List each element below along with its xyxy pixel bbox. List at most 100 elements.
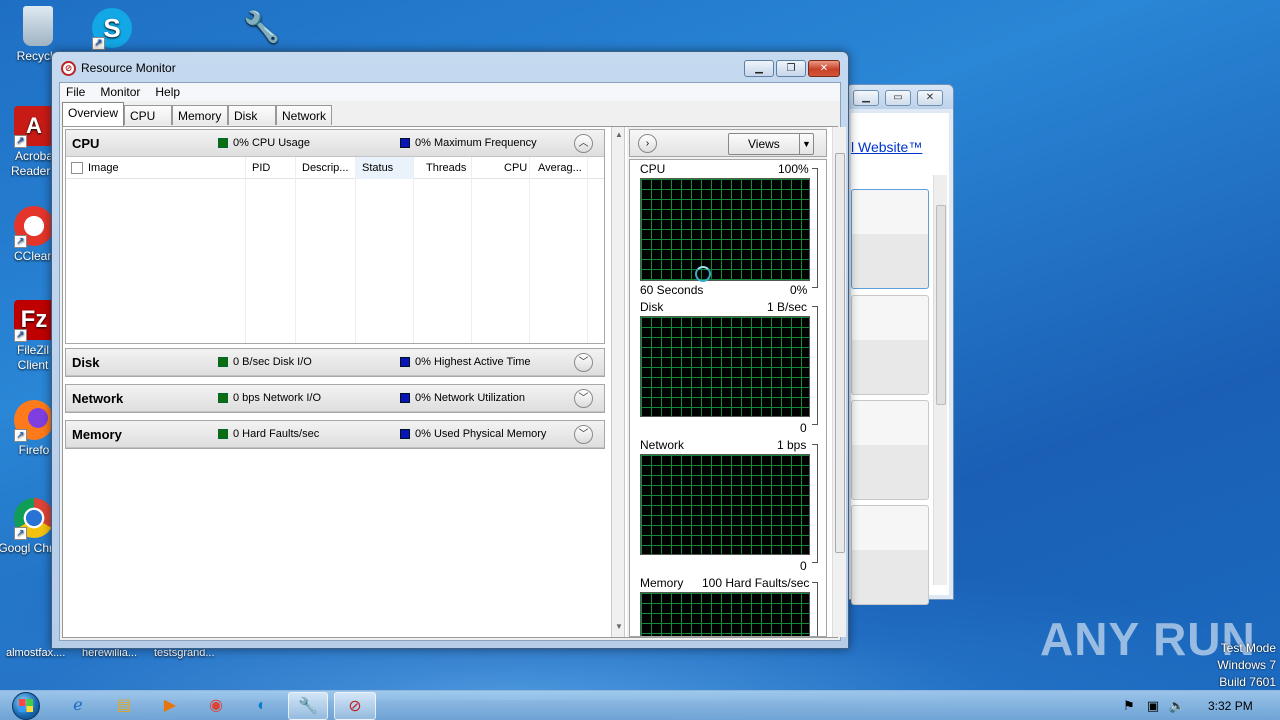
filezilla-logo-icon: Fz ↗	[14, 300, 54, 342]
column-description[interactable]: Descrip...	[302, 162, 348, 184]
scrollbar[interactable]	[933, 175, 947, 585]
option-card[interactable]	[851, 189, 929, 289]
column-average[interactable]: Averag...	[538, 162, 582, 184]
cpu-graph	[640, 178, 810, 281]
background-window[interactable]: ▁ ▭ ✕ l Website™	[846, 84, 954, 605]
action-center-flag-icon[interactable]: ⚑	[1118, 692, 1140, 720]
scrollbar-thumb[interactable]	[936, 205, 946, 405]
trash-icon	[23, 6, 53, 46]
disk-io-indicator: 0 B/sec Disk I/O	[218, 356, 312, 368]
option-card[interactable]	[851, 400, 929, 500]
resource-monitor-icon: ⊘	[61, 61, 76, 76]
edge-icon[interactable]: ◐	[242, 692, 282, 720]
column-divider	[529, 157, 530, 343]
graph-panel: CPU 100% 60 Seconds 0% Disk 1 B/sec 0 Ne…	[629, 159, 827, 637]
titlebar[interactable]: ⊘ Resource Monitor ▁ ❐ ✕	[52, 52, 848, 82]
skype-logo-icon: S ↗	[92, 8, 132, 50]
scroll-up-arrow-icon[interactable]: ▲	[615, 130, 623, 631]
disk-section-header[interactable]: Disk 0 B/sec Disk I/O 0% Highest Active …	[66, 349, 604, 376]
column-cpu[interactable]: CPU	[504, 162, 527, 184]
resource-monitor-taskbar-icon[interactable]: ⊘	[334, 692, 376, 720]
minimize-button[interactable]: ▁	[744, 60, 774, 77]
active-time-indicator: 0% Highest Active Time	[400, 356, 531, 368]
cpu-section-header[interactable]: CPU 0% CPU Usage 0% Maximum Frequency ︿	[66, 130, 604, 157]
minimize-button[interactable]: ▁	[853, 90, 879, 106]
menu-monitor[interactable]: Monitor	[100, 85, 140, 99]
tab-memory[interactable]: Memory	[172, 105, 228, 125]
blue-legend-icon	[400, 138, 410, 148]
overview-panel: CPU 0% CPU Usage 0% Maximum Frequency ︿ …	[62, 126, 846, 638]
maximize-button[interactable]: ▭	[885, 90, 911, 106]
file-explorer-icon[interactable]: ▤	[104, 692, 144, 720]
option-card[interactable]	[851, 505, 929, 605]
tool-taskbar-icon[interactable]: 🔧	[288, 692, 328, 720]
cpu-usage-indicator: 0% CPU Usage	[218, 137, 310, 149]
window-title: Resource Monitor	[81, 61, 176, 75]
taskbar-clock[interactable]: 3:32 PM	[1208, 699, 1253, 713]
column-image[interactable]: Image	[88, 162, 119, 184]
cpu-column-header: Image PID Descrip... Status Threads CPU …	[66, 157, 604, 343]
select-all-checkbox[interactable]	[71, 162, 83, 174]
media-player-icon[interactable]: ▶	[150, 692, 190, 720]
column-status[interactable]: Status	[356, 157, 414, 179]
graph-scrollbar[interactable]	[832, 127, 846, 637]
memory-section-header[interactable]: Memory 0 Hard Faults/sec 0% Used Physica…	[66, 421, 604, 448]
start-button[interactable]	[6, 691, 48, 720]
wrench-icon: 🔧	[243, 11, 281, 44]
website-link[interactable]: l Website™	[851, 139, 922, 155]
resource-monitor-window[interactable]: ⊘ Resource Monitor ▁ ❐ ✕ File Monitor He…	[51, 51, 849, 649]
network-graph-label: Network	[640, 438, 685, 452]
menu-file[interactable]: File	[66, 85, 85, 99]
views-dropdown[interactable]: Views ▼	[728, 133, 814, 155]
green-legend-icon	[218, 393, 228, 403]
menu-help[interactable]: Help	[155, 85, 180, 99]
close-button[interactable]: ✕	[808, 60, 840, 77]
column-threads[interactable]: Threads	[426, 162, 466, 184]
memory-graph	[640, 592, 810, 636]
blue-legend-icon	[400, 357, 410, 367]
column-divider	[471, 157, 472, 343]
tab-disk[interactable]: Disk	[228, 105, 276, 125]
network-section-header[interactable]: Network 0 bps Network I/O 0% Network Uti…	[66, 385, 604, 412]
tab-strip: Overview CPU Memory Disk Network	[60, 101, 840, 126]
chrome-taskbar-icon[interactable]: ◉	[196, 692, 236, 720]
scroll-down-arrow-icon[interactable]: ▼	[615, 622, 623, 631]
chrome-logo-icon: ↗	[14, 498, 54, 540]
disk-graph-max: 1 B/sec	[767, 300, 808, 314]
internet-explorer-icon[interactable]: ℯ	[58, 692, 98, 720]
expand-chevron-down-icon[interactable]: ﹀	[574, 389, 593, 408]
network-tray-icon[interactable]: ▣	[1142, 692, 1164, 720]
tab-network[interactable]: Network	[276, 105, 332, 125]
loading-spinner-icon	[695, 266, 711, 282]
section-title: Memory	[72, 427, 122, 442]
taskbar: ℯ ▤ ▶ ◉ ◐ 🔧 ⊘ ⚑ ▣ 🔈 3:32 PM	[0, 690, 1280, 720]
tool-shortcut-icon[interactable]: 🔧	[224, 8, 300, 51]
close-button[interactable]: ✕	[917, 90, 943, 106]
collapse-arrow-right-icon[interactable]: ›	[638, 134, 657, 153]
column-divider	[587, 157, 588, 343]
collapse-chevron-up-icon[interactable]: ︿	[574, 134, 593, 153]
tab-overview[interactable]: Overview	[62, 102, 124, 126]
expand-chevron-down-icon[interactable]: ﹀	[574, 353, 593, 372]
disk-graph-label: Disk	[640, 300, 664, 314]
column-pid[interactable]: PID	[252, 162, 270, 184]
max-frequency-indicator: 0% Maximum Frequency	[400, 137, 537, 149]
window-client: File Monitor Help Overview CPU Memory Di…	[59, 82, 846, 641]
skype-icon[interactable]: S ↗	[74, 8, 150, 51]
acrobat-logo-icon: A ↗	[14, 106, 54, 148]
option-card[interactable]	[851, 295, 929, 395]
memory-graph-max: 100 Hard Faults/sec	[702, 576, 810, 590]
column-divider	[355, 157, 356, 343]
network-utilization-indicator: 0% Network Utilization	[400, 392, 525, 404]
tab-cpu[interactable]: CPU	[124, 105, 172, 125]
volume-icon[interactable]: 🔈	[1166, 692, 1188, 720]
pane-splitter[interactable]: ▲ ▼	[611, 127, 625, 637]
restore-button[interactable]: ❐	[776, 60, 806, 77]
network-io-indicator: 0 bps Network I/O	[218, 392, 321, 404]
scrollbar-thumb[interactable]	[835, 153, 845, 553]
background-window-titlebar[interactable]: ▁ ▭ ✕	[847, 85, 953, 109]
windows-flag-icon	[19, 706, 33, 712]
dropdown-arrow-icon[interactable]: ▼	[799, 134, 813, 154]
expand-chevron-down-icon[interactable]: ﹀	[574, 425, 593, 444]
cpu-section: CPU 0% CPU Usage 0% Maximum Frequency ︿ …	[65, 129, 605, 344]
